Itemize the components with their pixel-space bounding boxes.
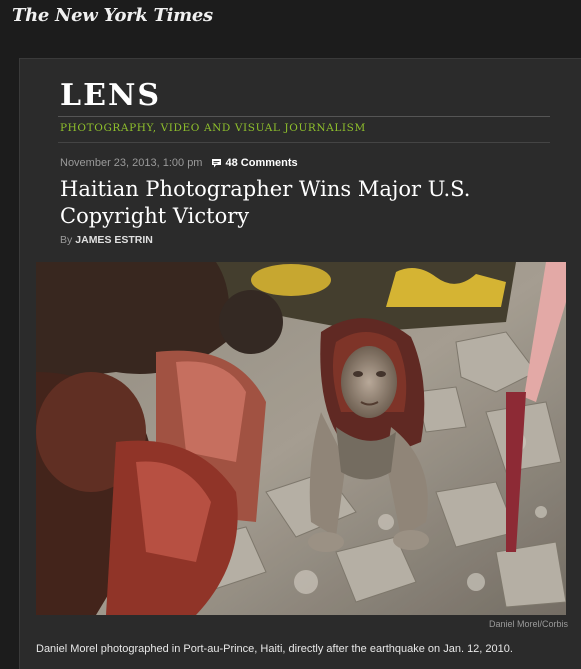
article-meta: November 23, 2013, 1:00 pm 48 Comments xyxy=(60,157,298,169)
page: The New York Times LENS PHOTOGRAPHY, VID… xyxy=(0,0,581,669)
comments-count: 48 Comments xyxy=(225,157,298,169)
speech-bubble-icon xyxy=(212,158,222,168)
blog-title[interactable]: LENS xyxy=(60,79,161,113)
photo-credit: Daniel Morel/Corbis xyxy=(488,619,568,629)
byline-prefix: By xyxy=(60,234,73,246)
blog-tagline: PHOTOGRAPHY, VIDEO AND VISUAL JOURNALISM xyxy=(60,122,366,134)
nyt-logo[interactable]: The New York Times xyxy=(12,5,213,26)
photo-image xyxy=(36,262,566,615)
article-headline: Haitian Photographer Wins Major U.S. Cop… xyxy=(60,177,471,228)
article-photo[interactable] xyxy=(36,262,566,615)
divider xyxy=(58,116,550,117)
nyt-masthead-bar: The New York Times xyxy=(0,0,581,36)
byline: By JAMES ESTRIN xyxy=(60,234,153,246)
divider xyxy=(58,142,550,143)
comments-link[interactable]: 48 Comments xyxy=(212,157,298,169)
author-link[interactable]: JAMES ESTRIN xyxy=(75,234,153,246)
photo-caption: Daniel Morel photographed in Port-au-Pri… xyxy=(36,643,513,655)
content-panel: LENS PHOTOGRAPHY, VIDEO AND VISUAL JOURN… xyxy=(19,58,581,669)
article-dateline: November 23, 2013, 1:00 pm xyxy=(60,157,203,169)
